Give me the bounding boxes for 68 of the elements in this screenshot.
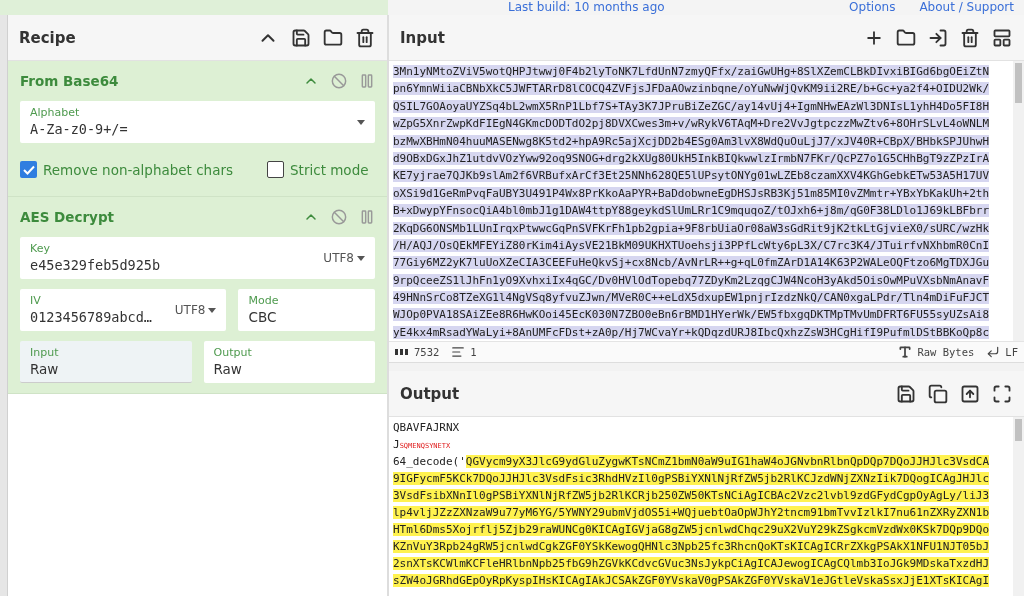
output-text: QBAVFAJRNX <box>393 421 460 434</box>
field-label: Mode <box>248 294 280 308</box>
folder-icon[interactable] <box>323 27 343 48</box>
copy-icon[interactable] <box>928 383 948 404</box>
checkbox-label[interactable]: Remove non-alphabet chars <box>20 153 234 186</box>
field-value: CBC <box>248 308 278 326</box>
highlighted-text: 2snXTsKCWlmKCFleHRlbnNpb25fbG9hZGVkKCdvcGVuc3NsJykpCiAgICAJewogICAgCQlmb3IoJGk9MDskaTxzdHJ <box>393 557 990 570</box>
field-value: 0123456789abcd… <box>30 308 153 326</box>
dropdown-field[interactable]: Alphabet A-Za-z0-9+/= <box>20 101 375 143</box>
character-count-icon <box>395 348 409 356</box>
field-label: IV <box>30 294 42 308</box>
panel-title: Input <box>400 28 445 47</box>
output-text: J <box>393 438 400 451</box>
save-icon[interactable] <box>896 383 916 404</box>
input-field[interactable]: Input Raw <box>20 341 192 383</box>
field-value: e45e329feb5d925b <box>30 256 162 274</box>
highlighted-text: HTml6Dms5Xojrflj5Zjb29raWUNCg0KICAgIGVjaG8gZW5jcnlwdChqc29uX2VuY29kZSgkcmVzdWx0KSk7DQp9DQo <box>393 523 990 536</box>
input-field[interactable]: IV 0123456789abcd… UTF8 <box>20 289 227 331</box>
highlighted-text: sZW4oJGRhdGEpOyRpKyspIHsKICAgIAkJCSAkZGF0YVskaV0gPSAkZGF0YVskaV1eJGtleVskaSsxJjE1XTsKICAgI <box>393 574 990 587</box>
operation-title: AES Decrypt <box>20 209 115 225</box>
encoding-dropdown[interactable]: UTF8 <box>174 303 217 317</box>
highlighted-text: 9IGFycmF5KCk7DQoJJHJlc3VsdFsic3RhdHVzIl0gPSBiYXNlNjRfZW5jb2RlKCJzdWNjZXNzIik7DQogICAgJHJlc <box>393 472 990 485</box>
caret-icon <box>208 307 217 313</box>
field-label: Key <box>30 242 51 256</box>
scrollbar[interactable] <box>1013 417 1024 596</box>
checkbox-label[interactable]: Strict mode <box>267 153 369 186</box>
field-value: Raw <box>213 360 243 378</box>
line-count: 1 <box>451 345 477 359</box>
input-field[interactable]: Output Raw <box>203 341 375 383</box>
field-label: Input <box>30 346 60 360</box>
layout-icon[interactable] <box>992 27 1012 48</box>
caret-icon <box>357 119 365 125</box>
scrollbar[interactable] <box>1013 61 1024 341</box>
output-text: 64_decode(' <box>393 455 466 468</box>
eol-status[interactable]: LF <box>986 345 1018 359</box>
caret-icon <box>357 255 365 261</box>
trash-icon[interactable] <box>960 27 980 48</box>
field-label: Alphabet <box>30 106 81 120</box>
import-icon[interactable] <box>928 27 948 48</box>
panel-title: Recipe <box>19 28 76 47</box>
folder-icon[interactable] <box>896 27 916 48</box>
checkbox[interactable] <box>20 161 37 178</box>
resize-handle[interactable] <box>389 363 1024 371</box>
encoding-status[interactable]: Raw Bytes <box>898 345 975 359</box>
trash-icon[interactable] <box>355 27 375 48</box>
replace-input-icon[interactable] <box>960 383 980 404</box>
save-icon[interactable] <box>291 27 311 48</box>
input-field[interactable]: Mode CBC <box>238 289 375 331</box>
input-field[interactable]: Key e45e329feb5d925b UTF8 <box>20 237 375 279</box>
length-count: 7532 <box>395 346 440 358</box>
encoding-dropdown[interactable]: UTF8 <box>323 251 365 265</box>
panel-title: Output <box>400 384 460 403</box>
field-value: A-Za-z0-9+/= <box>30 120 129 138</box>
highlighted-text: 3VsdFsibXNnIl0gPSBiYXNlNjRfZW5jb2RlKCRjb250ZW50KTsNCiAgICBAc2Vzc2lvbl9zdGFydCgpOyAgLy/liJ3 <box>393 489 990 502</box>
build-info: Last build: 10 months ago <box>508 0 665 14</box>
field-value: Raw <box>30 360 60 378</box>
fullscreen-icon[interactable] <box>992 383 1012 404</box>
lines-icon <box>451 345 466 359</box>
field-label: Output <box>213 346 253 360</box>
text-icon <box>898 345 913 359</box>
highlighted-text: QGVycm9yX3JlcG9ydGluZygwKTsNCmZ1bmN0aW9uIG1haW4oJGNvbnRlbnQpDQp7DQoJJHJlc3VsdCA <box>465 455 990 468</box>
header-link[interactable]: About / Support <box>919 0 1014 14</box>
checkbox[interactable] <box>267 161 285 178</box>
header-link[interactable]: Options <box>849 0 896 14</box>
operation-title: From Base64 <box>20 73 119 89</box>
highlighted-text: lp4vljJZzZXNzaW9u77yM6YG/5YWNY29ubmVjdOS5i+WQjuebtOaOpWJhY2tncm91bmTvvIzlkI7nu61nZXRyZXN1b <box>393 506 990 519</box>
return-icon <box>986 345 1001 359</box>
highlighted-text: KZnVuY3Rpb24gRW5jcnlwdCgkZGF0YSkKewogQHNlc3Npb25fc3RhcnQoKTsKICAgICRrZXkgPSAkX1NFU1NJT05bJ <box>393 540 990 553</box>
